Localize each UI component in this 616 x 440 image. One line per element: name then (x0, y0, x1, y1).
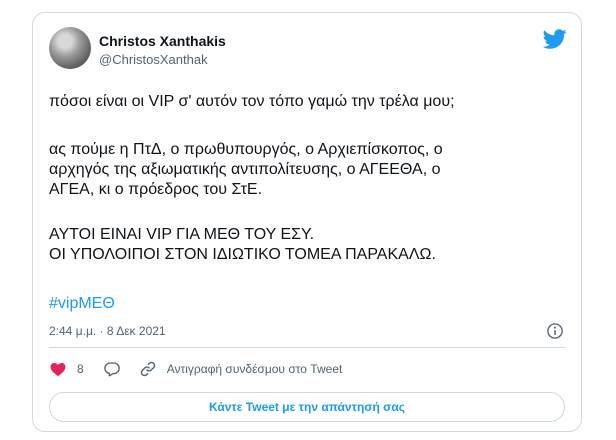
hashtag-link[interactable]: #vipΜΕΘ (49, 295, 115, 313)
tweet-text-line: πόσοι είναι οι VIP σ' αυτόν τον τόπο γαμ… (49, 93, 455, 110)
reply-button[interactable] (103, 360, 121, 378)
author-name[interactable]: Christos Xanthakis (99, 33, 226, 49)
author-handle[interactable]: @ChristosXanthak (99, 52, 208, 67)
speech-bubble-icon (103, 362, 120, 377)
twitter-bird-icon[interactable] (543, 27, 567, 51)
like-count: 8 (77, 362, 84, 376)
info-icon[interactable] (546, 322, 564, 340)
divider (49, 347, 565, 348)
tweet-text-line: ΑΓΕΑ, κι ο πρόεδρος του ΣτΕ. (49, 181, 263, 198)
tweet-text-line: ΑΥΤΟΙ ΕΙΝΑΙ VIP ΓΙΑ ΜΕΘ ΤΟΥ ΕΣΥ. (49, 226, 315, 243)
tweet-text-line: αρχηγός της αξιωματικής αντιπολίτευσης, … (49, 161, 441, 178)
embedded-tweet-card: Christos Xanthakis @ChristosXanthak πόσο… (32, 12, 582, 432)
copy-link-button[interactable]: Αντιγραφή συνδέσμου στο Tweet (139, 360, 343, 378)
tweet-actions: 8 Αντιγραφή συνδέσμου στο Tweet (49, 359, 342, 379)
tweet-text-line: ας πούμε η ΠτΔ, ο πρωθυπουργός, ο Αρχιεπ… (49, 141, 443, 158)
avatar[interactable] (49, 27, 91, 69)
tweet-reply-cta-button[interactable]: Κάντε Tweet με την απάντησή σας (49, 392, 565, 422)
tweet-timestamp[interactable]: 2:44 μ.μ. · 8 Δεκ 2021 (49, 324, 166, 338)
copy-link-label: Αντιγραφή συνδέσμου στο Tweet (166, 362, 343, 376)
tweet-text-line: ΟΙ ΥΠΟΛΟΙΠΟΙ ΣΤΟΝ ΙΔΙΩΤΙΚΟ ΤΟΜΕΑ ΠΑΡΑΚΑΛ… (49, 246, 436, 263)
like-button[interactable]: 8 (49, 360, 84, 378)
heart-icon (50, 363, 66, 377)
link-icon (140, 361, 155, 377)
